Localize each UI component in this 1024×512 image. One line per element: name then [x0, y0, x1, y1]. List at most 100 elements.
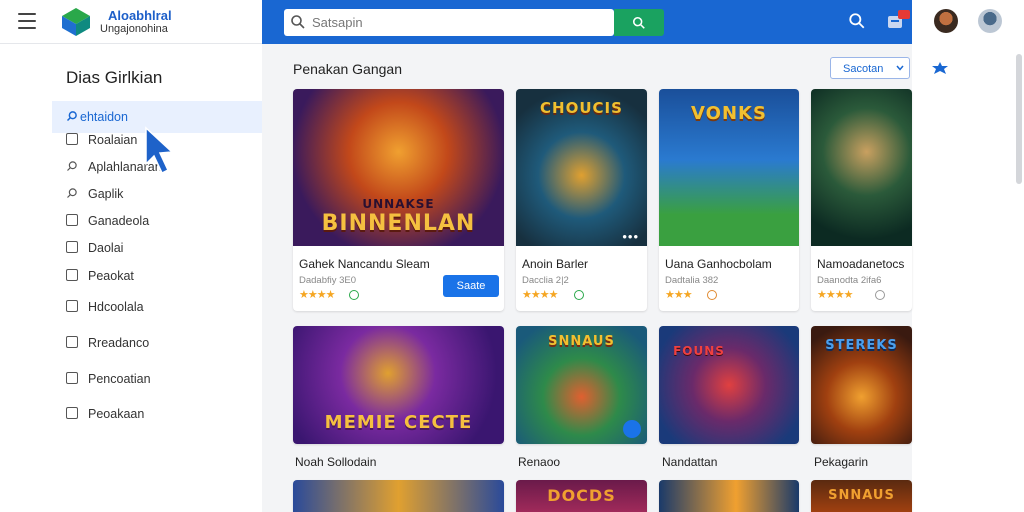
badge-icon	[875, 290, 885, 300]
hamburger-menu-icon[interactable]	[18, 13, 36, 29]
sidebar-item-label: Pencoatian	[88, 372, 151, 386]
install-button[interactable]: Saate	[443, 275, 499, 297]
game-card[interactable]: Namoadanetocs Daanodta 2ifa6 ★★★★	[811, 89, 912, 311]
game-title[interactable]: Uana Ganhocbolam	[665, 257, 772, 271]
game-cover-image	[293, 480, 504, 512]
grid-icon	[66, 269, 78, 281]
section-title: Penakan Gangan	[293, 61, 402, 77]
game-cover-image: MEMIE CECTE	[293, 326, 504, 444]
game-cover-image: STEREKS	[811, 326, 912, 444]
search-icon	[291, 15, 305, 29]
square-icon	[66, 133, 78, 145]
chevron-down-icon	[896, 65, 904, 71]
app-logo-icon	[62, 8, 90, 36]
window-icon	[66, 214, 78, 226]
square-icon	[66, 300, 78, 312]
search-input[interactable]: Satsapin	[284, 9, 614, 36]
verified-icon	[349, 290, 359, 300]
sidebar-title: Dias Girlkian	[66, 68, 163, 87]
cover-title-text: BINNENLAN	[321, 211, 476, 236]
sidebar-item[interactable]: Rreadanco	[52, 327, 262, 359]
square-icon	[66, 407, 78, 419]
sort-label: Sacotan	[843, 63, 884, 75]
game-title[interactable]: Noah Sollodain	[295, 455, 376, 469]
search-icon	[66, 111, 77, 122]
sidebar-item-label: Gaplik	[88, 187, 124, 201]
sidebar-item[interactable]: Pencoatian	[52, 363, 262, 395]
game-cover-image: UNNAKSE BINNENLAN	[293, 89, 504, 246]
game-title[interactable]: Pekagarin	[814, 455, 868, 469]
mouse-cursor-icon	[145, 126, 174, 175]
cover-title-text: VONKS	[691, 103, 767, 124]
game-title[interactable]: Anoin Barler	[522, 257, 588, 271]
game-title[interactable]: Renaoo	[518, 455, 560, 469]
rating-stars: ★★★★	[299, 289, 335, 301]
sidebar-item-label: Daolai	[88, 241, 124, 255]
cover-title-text: STEREKS	[825, 338, 898, 353]
square-icon	[66, 336, 78, 348]
top-bar-right	[912, 0, 1024, 44]
game-cover-image: CHOUCIS •••	[516, 89, 647, 246]
user-avatar[interactable]	[978, 9, 1002, 33]
rating-stars: ★★★	[665, 289, 693, 301]
game-card[interactable]: CHOUCIS ••• Anoin Barler Dacclia 2|2 ★★★…	[516, 89, 647, 311]
avatar[interactable]	[934, 9, 958, 33]
sidebar-item-label: ehtaidon	[80, 110, 128, 124]
game-card[interactable]	[293, 480, 504, 512]
cover-small-text: UNNAKSE	[362, 197, 435, 211]
sidebar-item-label: Roalaian	[88, 133, 138, 147]
sidebar-item-label: Peaokat	[88, 269, 134, 283]
game-card[interactable]: SNNAUS	[811, 480, 912, 512]
game-cover-image: FOUNS	[659, 326, 799, 444]
search-icon	[632, 16, 645, 29]
more-options-icon[interactable]: •••	[622, 229, 639, 244]
game-card[interactable]: MEMIE CECTE	[293, 326, 504, 444]
game-cover-image: VONKS	[659, 89, 799, 246]
top-bar-left: Aloabhlral Ungajonohina	[0, 0, 262, 44]
sidebar-item[interactable]: Peaokat	[52, 260, 262, 292]
search-icon[interactable]	[848, 12, 866, 30]
game-title[interactable]: Nandattan	[662, 455, 717, 469]
game-card[interactable]: VONKS Uana Ganhocbolam Dadtalia 382 ★★★	[659, 89, 799, 311]
game-meta: Dacclia 2|2	[522, 275, 569, 286]
cover-title-text: DOCDS	[547, 486, 616, 505]
search-icon	[67, 161, 77, 171]
scrollbar[interactable]	[1016, 54, 1022, 184]
play-badge-icon	[623, 420, 641, 438]
sidebar-item-label: Ganadeola	[88, 214, 150, 228]
game-card[interactable]: STEREKS	[811, 326, 912, 444]
game-card[interactable]: FOUNS	[659, 326, 799, 444]
cover-title-text: SNNAUS	[828, 488, 895, 503]
cover-title-text: MEMIE CECTE	[324, 412, 473, 433]
game-card[interactable]: DOCDS	[516, 480, 647, 512]
game-meta: Dadabfiy 3E0	[299, 275, 357, 286]
notification-badge	[898, 10, 910, 19]
sidebar-item-label: Hdcoolala	[88, 300, 144, 314]
rating-stars: ★★★★	[817, 289, 853, 301]
square-icon	[66, 372, 78, 384]
sort-dropdown[interactable]: Sacotan	[830, 57, 910, 79]
search-button[interactable]	[614, 9, 664, 36]
cover-title-text: CHOUCIS	[540, 99, 623, 117]
search-placeholder: Satsapin	[312, 15, 363, 30]
game-cover-image	[811, 89, 912, 246]
brand-name: Aloabhlral	[108, 8, 172, 23]
sidebar-item[interactable]: Hdcoolala	[52, 291, 262, 323]
sidebar-item-label: Peoakaan	[88, 407, 145, 421]
game-card[interactable]: UNNAKSE BINNENLAN Gahek Nancandu Sleam D…	[293, 89, 504, 311]
game-title[interactable]: Namoadanetocs	[817, 257, 904, 271]
sidebar-item[interactable]: Peoakaan	[52, 398, 262, 430]
verified-icon	[574, 290, 584, 300]
game-title[interactable]: Gahek Nancandu Sleam	[299, 257, 430, 271]
game-cover-image: SNNAUS	[811, 480, 912, 512]
sidebar-item-label: Rreadanco	[88, 336, 150, 350]
notifications-icon[interactable]	[884, 10, 910, 34]
gamepad-icon[interactable]	[930, 60, 950, 76]
search-icon	[67, 188, 77, 198]
game-meta: Daanodta 2ifa6	[817, 275, 882, 286]
rating-stars: ★★★★	[522, 289, 558, 301]
cover-title-text: SNNAUS	[548, 334, 615, 349]
game-card[interactable]: SNNAUS	[516, 326, 647, 444]
game-cover-image	[659, 480, 799, 512]
game-card[interactable]	[659, 480, 799, 512]
